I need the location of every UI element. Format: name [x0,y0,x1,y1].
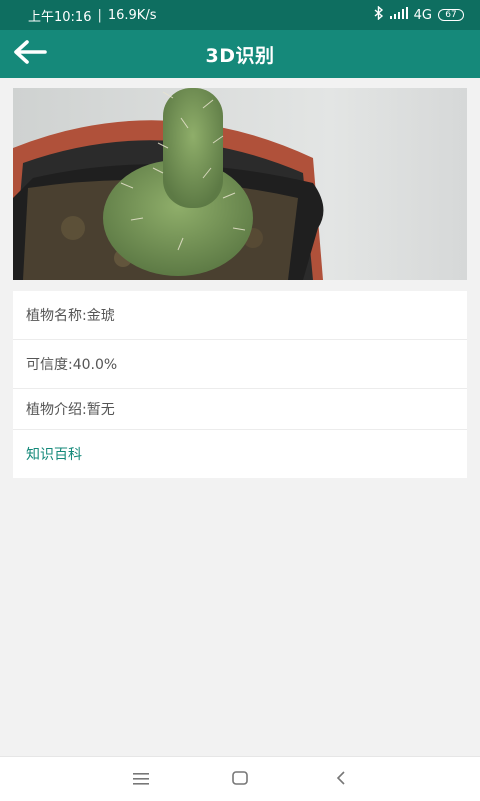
navigation-bar [0,756,480,801]
menu-button[interactable] [129,767,153,791]
status-bar: 上午10:16 | 16.9K/s 4G 67 [0,0,480,30]
signal-icon [389,7,408,23]
intro-row: 植物介绍:暂无 [13,389,467,430]
home-button[interactable] [228,767,252,791]
menu-icon [133,770,149,789]
battery-icon: 67 [438,9,464,21]
status-net-speed: 16.9K/s [107,7,157,23]
confidence-value: 可信度:40.0% [26,357,118,373]
plant-name-row: 植物名称:金琥 [13,291,467,340]
plant-name: 植物名称:金琥 [26,308,115,324]
result-card: 植物名称:金琥 可信度:40.0% 植物介绍:暂无 知识百科 [13,291,467,478]
bluetooth-icon [374,5,384,24]
encyclopedia-link[interactable]: 知识百科 [13,430,467,478]
system-back-button[interactable] [329,767,353,791]
status-right: 4G 67 [374,5,464,24]
plant-intro: 植物介绍:暂无 [26,402,115,418]
arrow-left-icon [13,40,47,68]
status-time: 上午10:16 [28,9,92,25]
plant-photo [13,88,467,280]
status-separator: | [97,7,102,23]
confidence-row: 可信度:40.0% [13,340,467,389]
encyclopedia-link-label: 知识百科 [26,447,82,463]
battery-level: 67 [445,10,457,20]
home-icon [232,770,248,789]
back-icon [336,770,346,789]
page-title: 3D识别 [205,44,275,67]
status-left: 上午10:16 | 16.9K/s [28,6,156,25]
back-button[interactable] [10,36,50,72]
app-bar: 3D识别 [0,30,480,78]
network-type: 4G [413,7,432,23]
